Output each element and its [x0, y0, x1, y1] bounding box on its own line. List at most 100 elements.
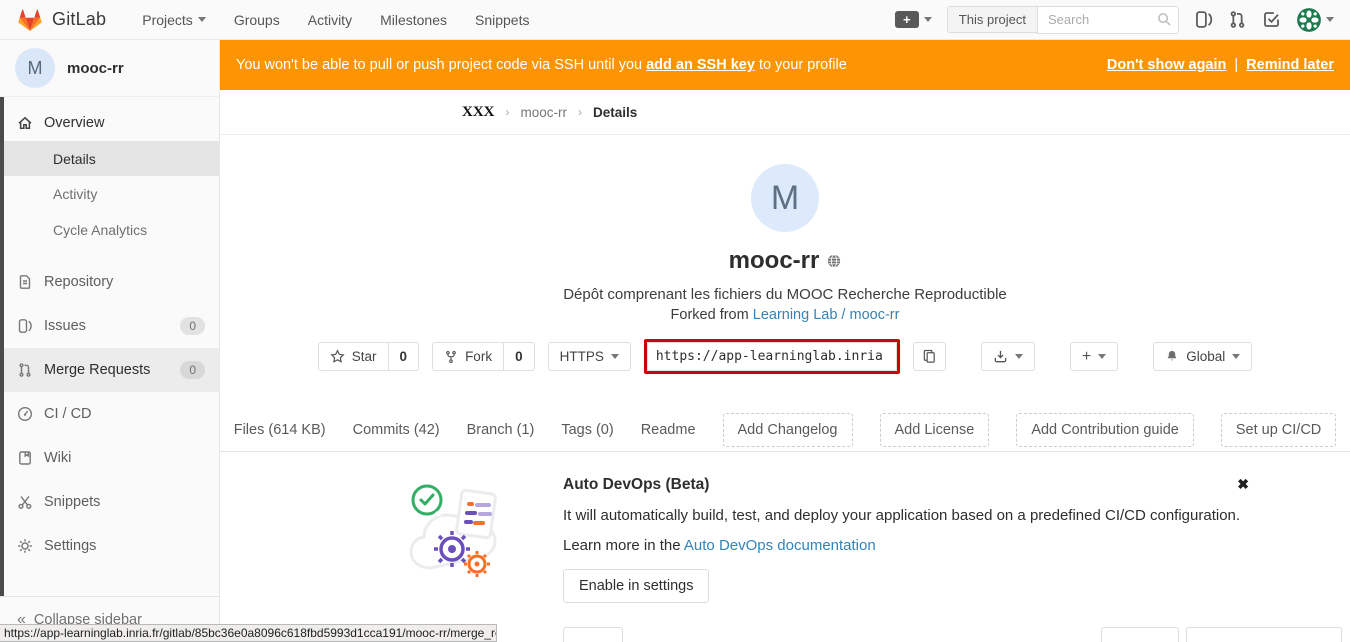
branch-selector-partial[interactable]: [563, 627, 623, 642]
brand-name: GitLab: [52, 9, 106, 30]
enable-in-settings-button[interactable]: Enable in settings: [563, 569, 709, 603]
copy-url-button[interactable]: [913, 342, 946, 371]
project-action-bar: Star 0 Fork 0 HTTPS: [220, 339, 1350, 374]
status-url: https://app-learninglab.inria.fr/gitlab/…: [4, 626, 497, 640]
nav-milestones[interactable]: Milestones: [380, 12, 447, 28]
repository-icon: [17, 274, 33, 290]
main-content: XXX › mooc-rr › Details M mooc-rr Dépôt …: [220, 90, 1350, 642]
user-menu[interactable]: [1296, 7, 1334, 33]
primary-nav: Projects Groups Activity Milestones Snip…: [142, 12, 529, 28]
sidebar-item-snippets[interactable]: Snippets: [0, 480, 219, 524]
project-avatar: M: [15, 48, 55, 88]
sidebar-item-settings[interactable]: Settings: [0, 524, 219, 568]
file-action-partial[interactable]: [1101, 627, 1179, 642]
project-stats-bar: Files (614 KB) Commits (42) Branch (1) T…: [220, 408, 1350, 452]
star-count[interactable]: 0: [388, 342, 420, 371]
star-button[interactable]: Star: [318, 342, 389, 371]
sidebar-item-wiki[interactable]: Wiki: [0, 436, 219, 480]
download-icon: [993, 349, 1008, 364]
add-license-button[interactable]: Add License: [880, 413, 990, 447]
ssh-key-alert-banner: You won't be able to pull or push projec…: [220, 40, 1350, 90]
breadcrumb-user[interactable]: XXX: [462, 104, 495, 121]
sidebar-item-details[interactable]: Details: [0, 141, 219, 176]
bell-icon: [1165, 349, 1179, 364]
sidebar-item-issues[interactable]: Issues 0: [0, 304, 219, 348]
breadcrumb-project[interactable]: mooc-rr: [521, 105, 568, 120]
new-item-dropdown[interactable]: +: [1070, 342, 1118, 371]
search-icon: [1157, 12, 1172, 27]
sidebar-edge-strip: [0, 97, 4, 642]
home-icon: [17, 115, 33, 131]
breadcrumb-page[interactable]: Details: [593, 105, 637, 120]
new-menu-button[interactable]: +: [895, 11, 932, 28]
issues-count-badge: 0: [180, 317, 205, 335]
add-ssh-key-link[interactable]: add an SSH key: [646, 57, 755, 73]
sidebar-item-cycle-analytics[interactable]: Cycle Analytics: [0, 212, 219, 248]
add-contribution-guide-button[interactable]: Add Contribution guide: [1016, 413, 1194, 447]
nav-activity[interactable]: Activity: [308, 12, 352, 28]
plus-icon: +: [895, 11, 919, 28]
sidebar-project-header[interactable]: M mooc-rr: [0, 40, 219, 97]
clone-url-annotation-box: [644, 339, 900, 374]
commits-link[interactable]: Commits (42): [353, 422, 440, 438]
merge-request-icon: [17, 362, 33, 378]
file-action-partial[interactable]: [1186, 627, 1342, 642]
download-dropdown[interactable]: [981, 342, 1035, 371]
nav-projects[interactable]: Projects: [142, 12, 206, 28]
dont-show-again-link[interactable]: Don't show again: [1107, 57, 1226, 73]
plus-icon: +: [1082, 348, 1091, 366]
auto-devops-callout: Auto DevOps (Beta) It will automatically…: [311, 464, 1259, 603]
notification-dropdown[interactable]: Global: [1153, 342, 1252, 371]
sidebar-item-overview[interactable]: Overview: [0, 105, 219, 141]
close-icon[interactable]: ✖: [1237, 476, 1249, 493]
setup-ci-cd-button[interactable]: Set up CI/CD: [1221, 413, 1336, 447]
search-scope-label: This project: [947, 6, 1037, 33]
project-avatar-large: M: [751, 164, 819, 232]
chevron-down-icon: [1098, 354, 1106, 359]
add-changelog-button[interactable]: Add Changelog: [723, 413, 853, 447]
auto-devops-doc-link[interactable]: Auto DevOps documentation: [684, 537, 876, 554]
protocol-dropdown[interactable]: HTTPS: [548, 342, 631, 371]
tags-link[interactable]: Tags (0): [561, 422, 613, 438]
snippets-scissors-icon: [17, 494, 33, 510]
breadcrumb: XXX › mooc-rr › Details: [220, 90, 1350, 135]
forked-from-link[interactable]: Learning Lab / mooc-rr: [753, 307, 900, 323]
remind-later-link[interactable]: Remind later: [1246, 57, 1334, 73]
banner-text: You won't be able to pull or push projec…: [236, 57, 642, 73]
merge-request-icon[interactable]: [1228, 10, 1247, 29]
sidebar-item-ci-cd[interactable]: CI / CD: [0, 392, 219, 436]
public-globe-icon: [827, 254, 841, 268]
sidebar-item-merge-requests[interactable]: Merge Requests 0: [0, 348, 219, 392]
ci-cd-gauge-icon: [17, 406, 33, 422]
todos-icon[interactable]: [1262, 10, 1281, 29]
chevron-down-icon: [924, 17, 932, 22]
wiki-icon: [17, 450, 33, 466]
issues-icon: [17, 318, 33, 334]
gitlab-brand[interactable]: GitLab: [16, 6, 106, 34]
top-navbar: GitLab Projects Groups Activity Mileston…: [0, 0, 1350, 40]
nav-snippets[interactable]: Snippets: [475, 12, 529, 28]
fork-count[interactable]: 0: [503, 342, 535, 371]
sidebar-project-name: mooc-rr: [67, 60, 124, 77]
readme-link[interactable]: Readme: [641, 422, 696, 438]
chevron-down-icon: [1015, 354, 1023, 359]
issues-icon[interactable]: [1194, 10, 1213, 29]
sidebar-item-repository[interactable]: Repository: [0, 260, 219, 304]
clone-url-input[interactable]: [647, 342, 897, 371]
nav-groups[interactable]: Groups: [234, 12, 280, 28]
chevron-down-icon: [198, 17, 206, 22]
auto-devops-illustration: [403, 472, 523, 603]
sidebar-item-activity[interactable]: Activity: [0, 176, 219, 212]
clipboard-icon: [922, 349, 937, 364]
chevron-down-icon: [1232, 354, 1240, 359]
project-title: mooc-rr: [729, 247, 820, 275]
branch-link[interactable]: Branch (1): [467, 422, 535, 438]
auto-devops-title: Auto DevOps (Beta): [563, 476, 1240, 494]
fork-button[interactable]: Fork: [432, 342, 504, 371]
project-sidebar: M mooc-rr Overview Details Activity Cycl…: [0, 40, 220, 642]
files-link[interactable]: Files (614 KB): [234, 422, 326, 438]
star-icon: [330, 349, 345, 364]
gear-icon: [17, 538, 33, 554]
auto-devops-body: It will automatically build, test, and d…: [563, 507, 1240, 524]
fork-icon: [444, 350, 458, 364]
